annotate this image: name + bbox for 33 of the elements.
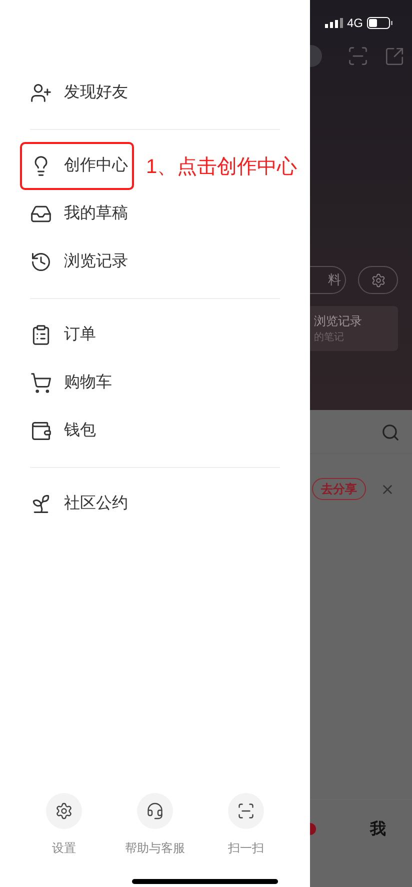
menu-item[interactable]: 社区公约 <box>30 482 132 526</box>
scan-icon[interactable] <box>347 45 369 67</box>
wallet-icon <box>30 420 52 442</box>
add-user-icon <box>30 82 52 104</box>
drawer-action-button[interactable]: 扫一扫 <box>204 793 288 857</box>
menu-item[interactable]: 购物车 <box>30 361 116 405</box>
drawer-action-button[interactable]: 设置 <box>22 793 106 857</box>
gear-icon <box>370 272 386 288</box>
history-title: 浏览记录 <box>313 313 363 330</box>
network-label: 4G <box>347 14 364 32</box>
settings-icon <box>55 802 73 820</box>
scan-icon <box>237 802 255 820</box>
search-icon[interactable] <box>381 423 400 442</box>
menu-item[interactable]: 我的草稿 <box>30 192 132 236</box>
menu-item[interactable]: 订单 <box>30 313 100 357</box>
settings-button[interactable] <box>358 266 398 294</box>
annotation-text: 1、点击创作中心 <box>146 155 298 180</box>
menu-item[interactable]: 浏览记录 <box>30 240 132 284</box>
sprout-icon <box>30 493 52 515</box>
menu-item[interactable]: 钱包 <box>30 409 100 453</box>
edit-profile-button[interactable]: 料 <box>310 266 346 294</box>
cart-icon <box>30 372 52 394</box>
clipboard-icon <box>30 324 52 346</box>
header-badge <box>310 45 322 67</box>
drawer-action-button[interactable]: 帮助与客服 <box>113 793 197 857</box>
clock-icon <box>30 251 52 273</box>
battery-icon <box>367 16 394 28</box>
tray-icon <box>30 203 52 225</box>
menu-item[interactable]: 发现好友 <box>30 71 132 115</box>
signal-icon <box>325 18 343 28</box>
menu-item[interactable]: 创作中心 <box>22 144 132 188</box>
headset-icon <box>146 802 164 820</box>
share-icon[interactable] <box>384 46 405 66</box>
